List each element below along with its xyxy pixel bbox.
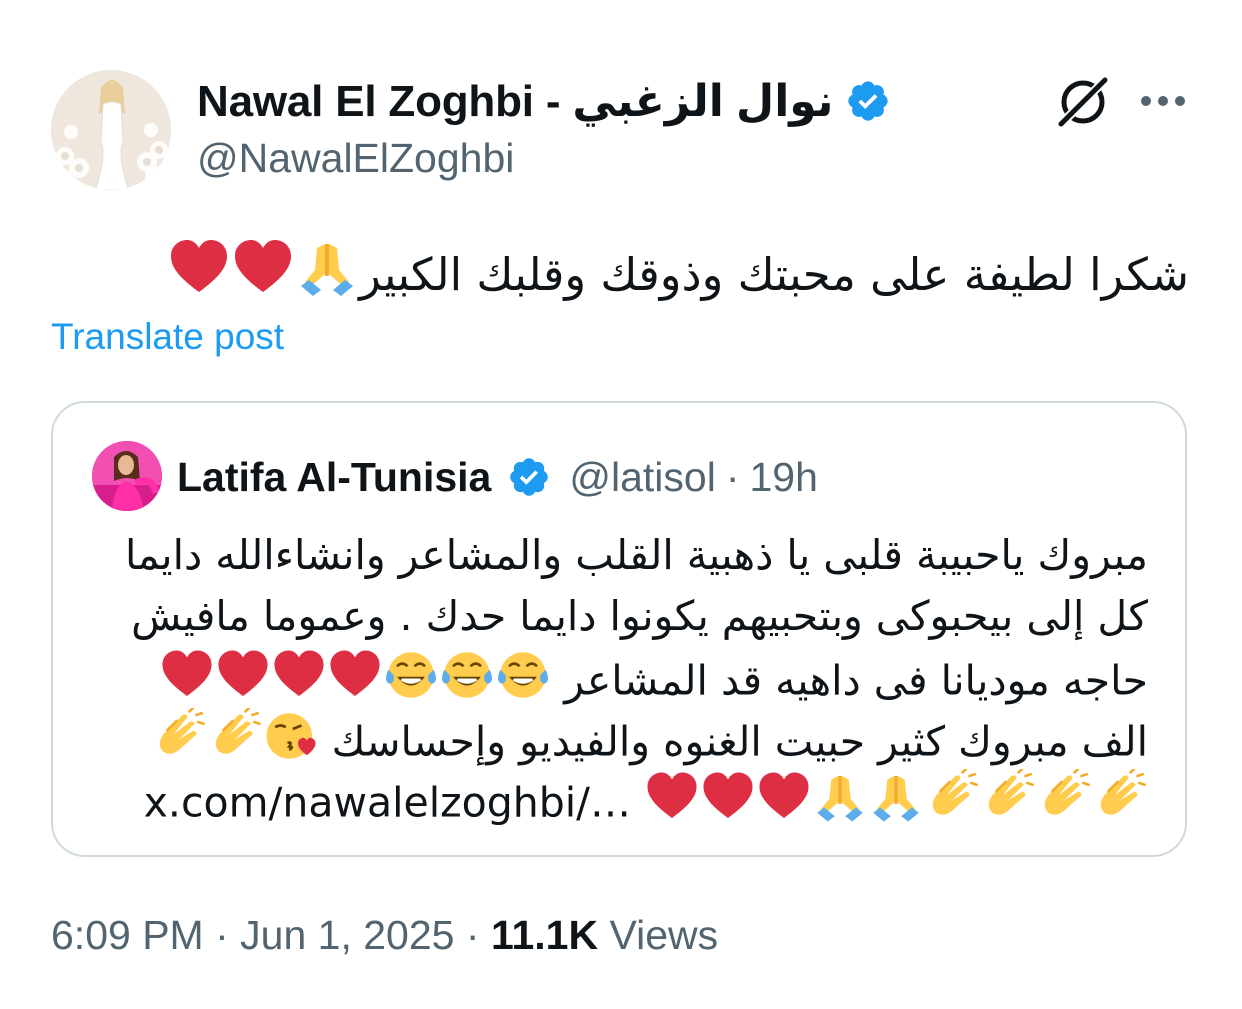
meta-separator: · (215, 912, 229, 958)
red-heart-icon (167, 236, 231, 320)
quote-author-name[interactable]: Latifa Al-Tunisia (177, 454, 491, 501)
quote-line: مبروك ياحبيبة قلبى يا ذهبية القلب والمشا… (78, 525, 1148, 586)
quote-line-emojis (151, 706, 319, 766)
clapping-hands-icon (980, 767, 1036, 842)
quote-line: حاجه موديانا فى داهيه قد المشاعر (78, 647, 1148, 708)
folded-hands-icon (295, 236, 359, 320)
author-handle[interactable]: @NawalElZoghbi (197, 135, 514, 182)
red-heart-icon (231, 236, 295, 320)
post-text: شكرا لطيفة على محبتك وذوقك وقلبك الكبير (39, 236, 1189, 320)
post-meta: 6:09 PM · Jun 1, 2025 · 11.1K Views (51, 912, 718, 959)
quote-verified-badge-icon (510, 458, 549, 496)
author-name[interactable]: Nawal El Zoghbi - نوال الزغبي (197, 76, 834, 127)
clapping-hands-icon (1036, 767, 1092, 842)
quote-line: كل إلى بيحبوكى وبتحبيهم يكونوا دايما حدك… (78, 586, 1148, 647)
quote-line-text: الف مبروك كثير حبيت الغنوه والفيديو وإحس… (331, 717, 1148, 766)
grok-icon[interactable] (1052, 73, 1114, 129)
quote-link[interactable]: x.com/nawalelzoghbi/… (144, 779, 631, 827)
post-text-content: شكرا لطيفة على محبتك وذوقك وقلبك الكبير (359, 248, 1189, 301)
quote-timestamp[interactable]: 19h (749, 454, 817, 501)
quote-line: الف مبروك كثير حبيت الغنوه والفيديو وإحس… (78, 706, 1148, 769)
quote-line-text: مبروك ياحبيبة قلبى يا ذهبية القلب والمشا… (124, 531, 1148, 579)
quote-text: مبروك ياحبيبة قلبى يا ذهبية القلب والمشا… (78, 525, 1148, 830)
author-avatar[interactable] (51, 70, 171, 190)
post-time[interactable]: 6:09 PM (51, 912, 204, 958)
quote-line: x.com/nawalelzoghbi/… (78, 767, 1148, 830)
quote-line-emojis (159, 650, 551, 705)
folded-hands-icon (812, 769, 868, 842)
views-count: 11.1K (490, 912, 599, 958)
more-options-icon[interactable] (1138, 86, 1188, 116)
quote-separator: · (725, 453, 740, 500)
red-heart-icon (644, 769, 700, 842)
quote-line-emojis (644, 767, 1148, 827)
clapping-hands-icon (1092, 767, 1148, 842)
translate-post-link[interactable]: Translate post (51, 316, 284, 358)
views-label: Views (609, 912, 719, 958)
post-emojis (167, 240, 359, 301)
quote-line-text: كل إلى بيحبوكى وبتحبيهم يكونوا دايما حدك… (131, 592, 1148, 640)
quote-line-text: حاجه موديانا فى داهيه قد المشاعر (564, 656, 1148, 705)
quoted-post[interactable]: Latifa Al-Tunisia @latisol · 19h مبروك ي… (51, 401, 1187, 857)
folded-hands-icon (868, 769, 924, 842)
clapping-hands-icon (924, 767, 980, 842)
red-heart-icon (756, 769, 812, 842)
quote-author-avatar[interactable] (92, 441, 162, 511)
quote-author-handle[interactable]: @latisol (569, 454, 715, 501)
meta-separator: · (465, 912, 480, 958)
verified-badge-icon (848, 81, 889, 121)
post-date[interactable]: Jun 1, 2025 (240, 912, 454, 958)
red-heart-icon (700, 769, 756, 842)
